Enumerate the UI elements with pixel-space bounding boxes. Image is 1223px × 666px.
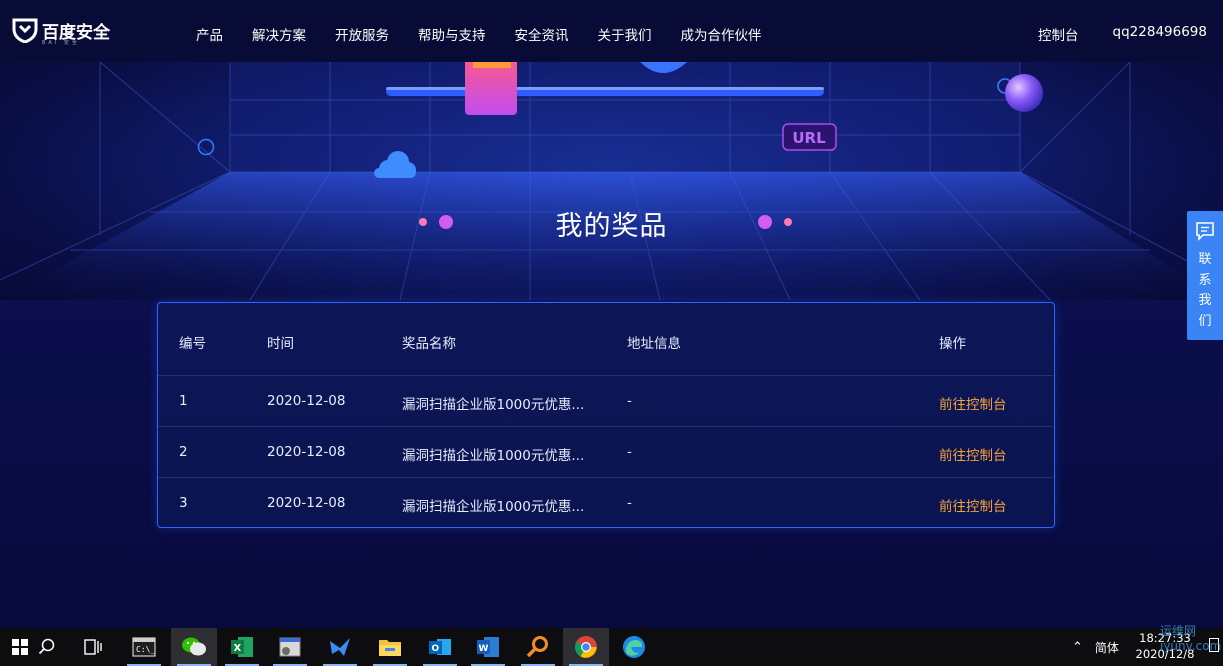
watermark-logo: 运维网 iyunv.com (1160, 624, 1222, 653)
page: URL 我的奖品 百度安全 BAI 安全 产品 解决方案 开放服务 帮助与支持 … (0, 0, 1223, 628)
cell-id: 1 (179, 393, 188, 409)
go-to-console-link[interactable]: 前往控制台 (939, 393, 1007, 413)
prize-table: 编号 时间 奖品名称 地址信息 操作 1 2020-12-08 漏洞扫描企业版1… (157, 302, 1055, 528)
feishu-icon (330, 638, 350, 656)
edge-icon (623, 636, 645, 658)
url-badge: URL (792, 129, 826, 147)
cell-time: 2020-12-08 (267, 495, 346, 511)
cell-address: - (627, 495, 632, 511)
go-to-console-link[interactable]: 前往控制台 (939, 444, 1007, 464)
main-nav: 产品 解决方案 开放服务 帮助与支持 安全资讯 关于我们 成为合作伙伴 (196, 24, 791, 44)
task-view-button[interactable] (70, 628, 116, 666)
taskbar-word[interactable]: W (465, 628, 511, 666)
contact-us-label: 联 系 我 们 (1198, 250, 1211, 332)
contact-us-float-button[interactable]: 联 系 我 们 (1187, 211, 1223, 340)
table-row: 2 2020-12-08 漏洞扫描企业版1000元优惠... - 前往控制台 (158, 426, 1053, 477)
page-title: 我的奖品 (555, 211, 668, 242)
console-link[interactable]: 控制台 (1038, 24, 1079, 44)
taskbar-search-tool[interactable] (515, 628, 561, 666)
taskbar-search-button[interactable] (24, 628, 70, 666)
excel-icon: X (231, 637, 253, 657)
nav-about-us[interactable]: 关于我们 (598, 24, 652, 44)
contact-char: 系 (1198, 272, 1212, 288)
go-to-console-link[interactable]: 前往控制台 (939, 495, 1007, 515)
app-icon (279, 637, 301, 657)
cell-time: 2020-12-08 (267, 444, 346, 460)
terminal-icon: C:\_ (132, 637, 156, 657)
brand-tagline: BAI 安全 (42, 40, 80, 46)
taskbar-chrome[interactable] (563, 628, 609, 666)
taskbar-terminal[interactable]: C:\_ (121, 628, 167, 666)
svg-text:C:\_: C:\_ (136, 645, 155, 654)
user-account[interactable]: qq228496698 (1113, 24, 1207, 44)
cell-prize-name: 漏洞扫描企业版1000元优惠... (402, 499, 585, 515)
ime-indicator[interactable]: 简体 (1095, 639, 1119, 656)
system-tray: ⌃ 简体 (1072, 628, 1119, 666)
word-icon: W (477, 637, 499, 657)
taskbar-app[interactable] (267, 628, 313, 666)
taskbar-wechat[interactable] (171, 628, 217, 666)
outlook-icon: O (429, 639, 451, 655)
nav-security-news[interactable]: 安全资讯 (515, 24, 569, 44)
table-header-row: 编号 时间 奖品名称 地址信息 操作 (158, 303, 1053, 375)
table-row: 3 2020-12-08 漏洞扫描企业版1000元优惠... - 前往控制台 (158, 477, 1053, 528)
windows-taskbar: C:\_ X O W ⌃ 简体 18:27:33 2020/12/8 (0, 628, 1223, 666)
header-address: 地址信息 (627, 336, 681, 352)
file-explorer-icon (379, 640, 401, 656)
nav-solutions[interactable]: 解决方案 (252, 24, 306, 44)
taskbar-edge[interactable] (611, 628, 657, 666)
taskbar-file-explorer[interactable] (367, 628, 413, 666)
tray-expand-chevron-icon[interactable]: ⌃ (1072, 640, 1083, 655)
svg-text:X: X (234, 643, 242, 654)
shield-logo-icon (12, 18, 38, 43)
cell-address: - (627, 393, 632, 409)
contact-char: 我 (1198, 293, 1212, 308)
nav-help-support[interactable]: 帮助与支持 (418, 24, 486, 44)
cell-address: - (627, 444, 632, 460)
nav-right: 控制台 qq228496698 (1038, 24, 1207, 44)
nav-products[interactable]: 产品 (196, 24, 223, 44)
nav-open-services[interactable]: 开放服务 (335, 24, 389, 44)
header-id: 编号 (179, 336, 206, 352)
top-navbar: 百度安全 BAI 安全 产品 解决方案 开放服务 帮助与支持 安全资讯 关于我们… (0, 0, 1223, 62)
task-view-icon (84, 639, 102, 655)
chat-icon (1196, 222, 1214, 241)
cell-prize-name: 漏洞扫描企业版1000元优惠... (402, 448, 585, 464)
cell-prize-name: 漏洞扫描企业版1000元优惠... (402, 397, 585, 413)
cell-id: 2 (179, 444, 188, 460)
taskbar-excel[interactable]: X (219, 628, 265, 666)
taskbar-feishu[interactable] (317, 628, 363, 666)
contact-char: 联 (1198, 252, 1212, 267)
nav-become-partner[interactable]: 成为合作伙伴 (681, 24, 762, 44)
cell-id: 3 (179, 495, 188, 511)
svg-text:W: W (479, 644, 489, 654)
search-icon (38, 638, 55, 655)
search-tool-icon (526, 636, 548, 658)
wechat-icon (182, 637, 206, 656)
cell-time: 2020-12-08 (267, 393, 346, 409)
header-prize-name: 奖品名称 (402, 336, 456, 352)
header-time: 时间 (267, 336, 294, 352)
header-action: 操作 (939, 336, 966, 352)
chrome-icon (575, 636, 597, 658)
taskbar-outlook[interactable]: O (417, 628, 463, 666)
brand-logo[interactable]: 百度安全 BAI 安全 (12, 17, 110, 46)
svg-text:O: O (432, 644, 440, 654)
table-row: 1 2020-12-08 漏洞扫描企业版1000元优惠... - 前往控制台 (158, 375, 1053, 426)
contact-char: 们 (1198, 313, 1212, 329)
